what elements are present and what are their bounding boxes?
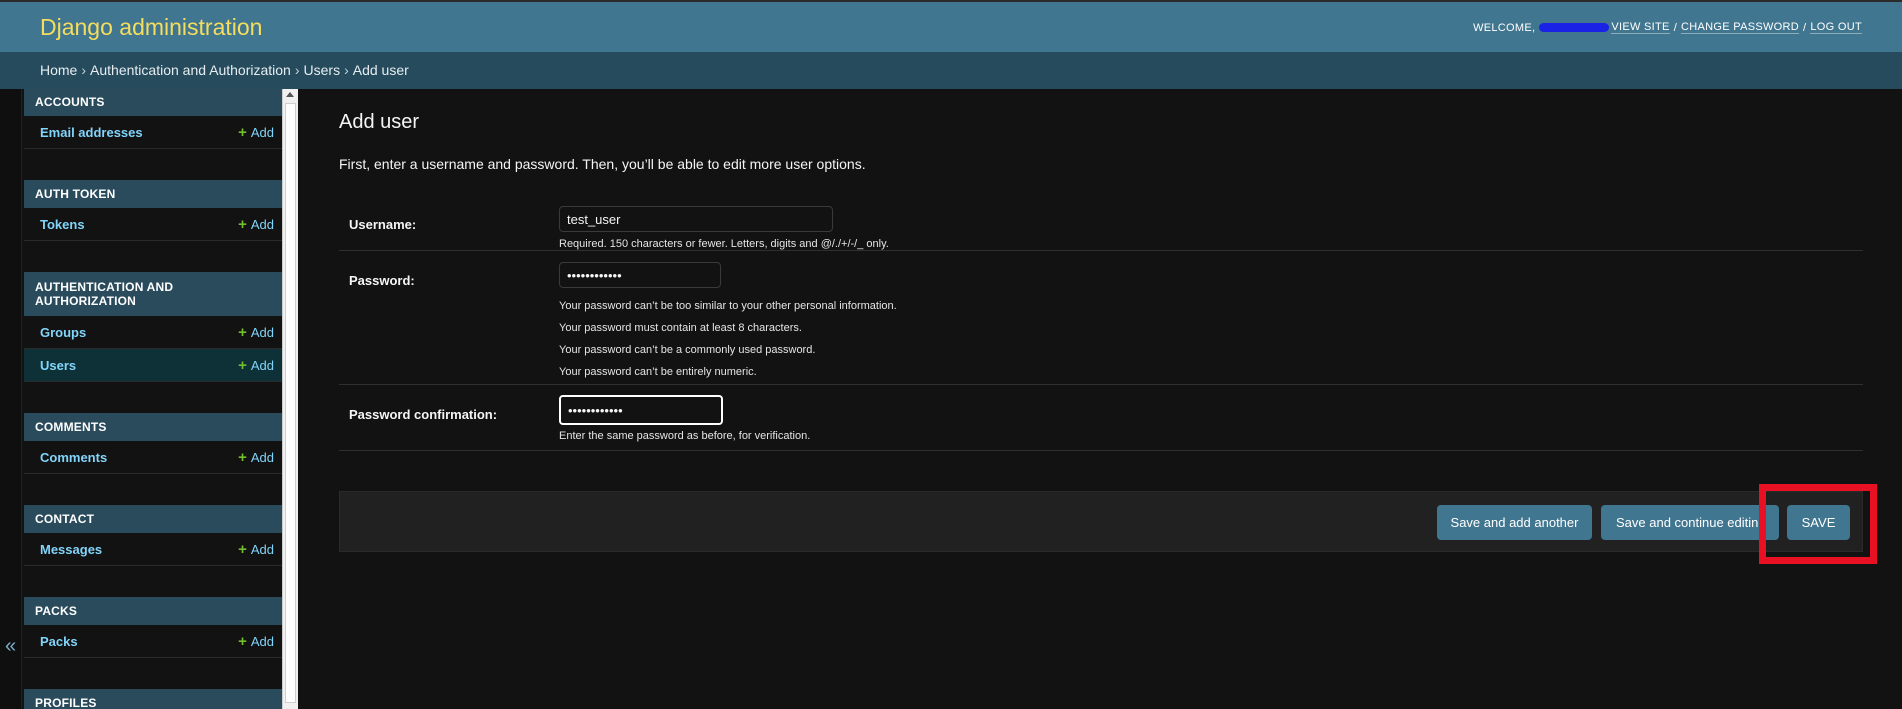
- password-confirmation-input[interactable]: [559, 395, 723, 425]
- username-input[interactable]: [559, 206, 833, 232]
- user-tools: WELCOME, VIEW SITE / CHANGE PASSWORD / L…: [1473, 21, 1862, 34]
- separator: /: [1803, 21, 1807, 34]
- module-header[interactable]: PACKS: [24, 597, 282, 625]
- add-user-link[interactable]: + Add: [238, 357, 274, 374]
- save-and-add-another-button[interactable]: Save and add another: [1437, 505, 1592, 540]
- sidebar-item-packs: Packs + Add: [24, 625, 282, 658]
- nav-sidebar: ACCOUNTS Email addresses + Add AUTH TOKEN…: [24, 89, 282, 709]
- welcome-text: WELCOME,: [1473, 21, 1536, 34]
- plus-icon: +: [238, 123, 247, 141]
- scrollbar-thumb[interactable]: [285, 103, 296, 703]
- module-header[interactable]: AUTHENTICATION AND AUTHORIZATION: [24, 272, 282, 316]
- add-label: Add: [250, 324, 274, 340]
- sidebar-scrollbar[interactable]: [282, 89, 298, 709]
- plus-icon: +: [238, 540, 247, 558]
- module-profiles: PROFILES: [24, 689, 282, 709]
- module-header[interactable]: COMMENTS: [24, 413, 282, 441]
- password-input[interactable]: [559, 262, 721, 288]
- password-confirmation-label: Password confirmation:: [349, 407, 498, 422]
- save-and-continue-button[interactable]: Save and continue editing: [1601, 505, 1779, 540]
- add-group-link[interactable]: + Add: [238, 324, 274, 341]
- form-row-username: Username: Required. 150 characters or fe…: [339, 196, 1863, 251]
- page-title: Add user: [339, 111, 420, 133]
- password-help-numeric: Your password can’t be entirely numeric.: [559, 366, 757, 378]
- plus-icon: +: [238, 215, 247, 233]
- add-label: Add: [250, 449, 274, 465]
- plus-icon: +: [238, 632, 247, 650]
- form-row-password: Password: Your password can’t be too sim…: [339, 251, 1863, 385]
- site-title[interactable]: Django administration: [40, 14, 262, 41]
- plus-icon: +: [238, 356, 247, 374]
- intro-text: First, enter a username and password. Th…: [339, 156, 866, 172]
- password-confirmation-help: Enter the same password as before, for v…: [559, 430, 811, 442]
- sidebar-item-label[interactable]: Email addresses: [40, 125, 143, 140]
- add-comment-link[interactable]: + Add: [238, 449, 274, 466]
- sidebar-item-comments: Comments + Add: [24, 441, 282, 474]
- breadcrumb-auth[interactable]: Authentication and Authorization: [90, 62, 291, 78]
- add-token-link[interactable]: + Add: [238, 216, 274, 233]
- breadcrumb-arrow: ›: [294, 62, 300, 78]
- view-site-link[interactable]: VIEW SITE: [1611, 21, 1670, 34]
- add-message-link[interactable]: + Add: [238, 541, 274, 558]
- add-label: Add: [250, 216, 274, 232]
- password-label: Password:: [349, 273, 415, 288]
- add-pack-link[interactable]: + Add: [238, 633, 274, 650]
- breadcrumb-current: Add user: [352, 62, 409, 78]
- add-email-address-link[interactable]: + Add: [238, 124, 274, 141]
- sidebar-item-tokens: Tokens + Add: [24, 208, 282, 241]
- nav-sidebar-toggle[interactable]: «: [0, 89, 22, 709]
- change-password-link[interactable]: CHANGE PASSWORD: [1681, 21, 1800, 34]
- sidebar-item-label[interactable]: Packs: [40, 634, 78, 649]
- add-label: Add: [250, 124, 274, 140]
- module-header[interactable]: PROFILES: [24, 689, 282, 709]
- password-help-length: Your password must contain at least 8 ch…: [559, 322, 802, 334]
- module-header[interactable]: AUTH TOKEN: [24, 180, 282, 208]
- password-help-similar: Your password can’t be too similar to yo…: [559, 300, 897, 312]
- sidebar-item-groups: Groups + Add: [24, 316, 282, 349]
- module-auth-token: AUTH TOKEN Tokens + Add: [24, 180, 282, 241]
- log-out-link[interactable]: LOG OUT: [1810, 21, 1862, 34]
- add-label: Add: [250, 541, 274, 557]
- module-header[interactable]: CONTACT: [24, 505, 282, 533]
- sidebar-item-label[interactable]: Messages: [40, 542, 102, 557]
- breadcrumb-users[interactable]: Users: [304, 62, 341, 78]
- submit-row: Save and add another Save and continue e…: [339, 491, 1863, 552]
- scroll-up-icon[interactable]: [286, 92, 294, 97]
- add-label: Add: [250, 357, 274, 373]
- module-header[interactable]: ACCOUNTS: [24, 89, 282, 116]
- breadcrumb-home[interactable]: Home: [40, 62, 77, 78]
- sidebar-item-email-addresses: Email addresses + Add: [24, 116, 282, 149]
- plus-icon: +: [238, 323, 247, 341]
- module-accounts: ACCOUNTS Email addresses + Add: [24, 89, 282, 149]
- sidebar-item-label[interactable]: Tokens: [40, 217, 85, 232]
- module-packs: PACKS Packs + Add: [24, 597, 282, 658]
- breadcrumb: Home › Authentication and Authorization › Us…: [0, 52, 1902, 89]
- breadcrumb-arrow: ›: [81, 62, 87, 78]
- add-label: Add: [250, 633, 274, 649]
- username-help: Required. 150 characters or fewer. Lette…: [559, 238, 889, 250]
- plus-icon: +: [238, 448, 247, 466]
- sidebar-item-users: Users + Add: [24, 349, 282, 382]
- sidebar-item-label[interactable]: Groups: [40, 325, 86, 340]
- module-contact: CONTACT Messages + Add: [24, 505, 282, 566]
- collapse-sidebar-icon[interactable]: «: [5, 635, 16, 658]
- breadcrumb-arrow: ›: [344, 62, 349, 78]
- save-highlight-box: [1759, 484, 1877, 564]
- username-label: Username:: [349, 217, 417, 232]
- sidebar-item-messages: Messages + Add: [24, 533, 282, 566]
- module-authentication: AUTHENTICATION AND AUTHORIZATION Groups …: [24, 272, 282, 382]
- main-content: Add user First, enter a username and pas…: [339, 89, 1863, 709]
- form-row-password-confirmation: Password confirmation: Enter the same pa…: [339, 385, 1863, 451]
- sidebar-item-label[interactable]: Users: [40, 358, 76, 373]
- header: Django administration WELCOME, VIEW SITE…: [0, 0, 1902, 52]
- module-comments: COMMENTS Comments + Add: [24, 413, 282, 474]
- sidebar-item-label[interactable]: Comments: [40, 450, 107, 465]
- redacted-username: [1539, 23, 1610, 32]
- separator: /: [1673, 21, 1678, 34]
- password-help-common: Your password can’t be a commonly used p…: [559, 344, 816, 356]
